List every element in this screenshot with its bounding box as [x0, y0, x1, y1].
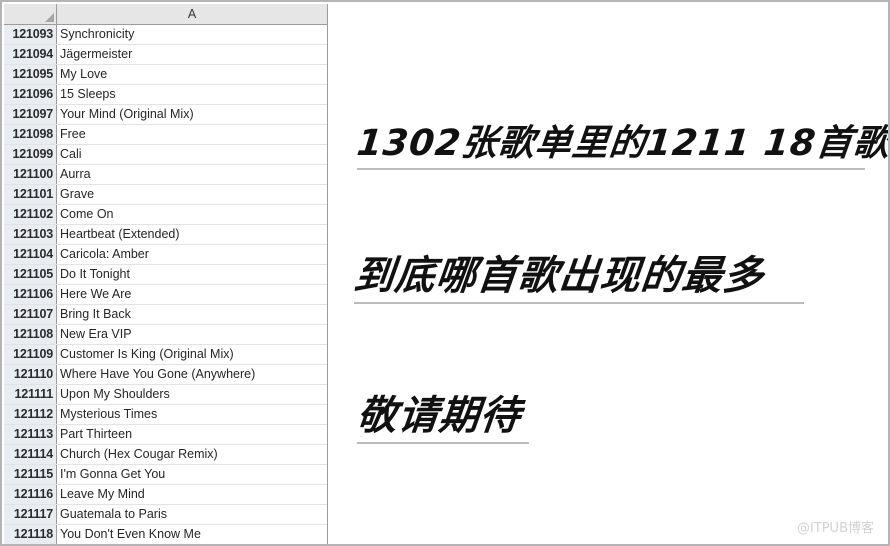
row-header[interactable]: 121101 — [4, 184, 57, 205]
cell-a121096[interactable]: 15 Sleeps — [56, 84, 327, 105]
row-header[interactable]: 121117 — [4, 504, 57, 525]
annotation-line-1-text: 1302张歌单里的1211 18首歌 — [354, 123, 890, 164]
table-row[interactable]: 121098 Free — [4, 124, 327, 145]
row-header[interactable]: 121108 — [4, 324, 57, 345]
table-row[interactable]: 121109 Customer Is King (Original Mix) — [4, 344, 327, 365]
row-header[interactable]: 121116 — [4, 484, 57, 505]
table-row[interactable]: 121113 Part Thirteen — [4, 424, 327, 445]
table-row[interactable]: 121116 Leave My Mind — [4, 484, 327, 505]
row-header[interactable]: 121097 — [4, 104, 57, 125]
header-row: A — [4, 4, 327, 25]
cell-a121095[interactable]: My Love — [56, 64, 327, 85]
row-header[interactable]: 121099 — [4, 144, 57, 165]
table-row[interactable]: 121107 Bring It Back — [4, 304, 327, 325]
cell-a121111[interactable]: Upon My Shoulders — [56, 384, 327, 405]
row-header[interactable]: 121118 — [4, 524, 57, 544]
row-header[interactable]: 121110 — [4, 364, 57, 385]
table-row[interactable]: 121093 Synchronicity — [4, 24, 327, 45]
cell-a121107[interactable]: Bring It Back — [56, 304, 327, 325]
table-row[interactable]: 121108 New Era VIP — [4, 324, 327, 345]
row-header[interactable]: 121094 — [4, 44, 57, 65]
table-row[interactable]: 121111 Upon My Shoulders — [4, 384, 327, 405]
annotation-line-2-underline — [354, 302, 804, 304]
cell-a121093[interactable]: Synchronicity — [56, 24, 327, 45]
annotation-line-3-underline — [357, 442, 529, 444]
table-row[interactable]: 121102 Come On — [4, 204, 327, 225]
watermark: @ITPUB博客 — [796, 521, 874, 536]
row-header[interactable]: 121106 — [4, 284, 57, 305]
table-row[interactable]: 121110 Where Have You Gone (Anywhere) — [4, 364, 327, 385]
table-row[interactable]: 121106 Here We Are — [4, 284, 327, 305]
cell-a121100[interactable]: Aurra — [56, 164, 327, 185]
table-row[interactable]: 121094 Jägermeister — [4, 44, 327, 65]
table-row[interactable]: 121103 Heartbeat (Extended) — [4, 224, 327, 245]
screenshot-root: A 121093 Synchronicity 121094 Jägermeister 1… — [0, 0, 890, 546]
cell-a121118[interactable]: You Don't Even Know Me — [56, 524, 327, 544]
cell-a121108[interactable]: New Era VIP — [56, 324, 327, 345]
table-row[interactable]: 121095 My Love — [4, 64, 327, 85]
spreadsheet-body: 121093 Synchronicity 121094 Jägermeister 121… — [4, 24, 327, 544]
annotation-line-2: 到底哪首歌出现的最多 — [351, 253, 804, 304]
column-header-a[interactable]: A — [56, 4, 327, 25]
table-row[interactable]: 121099 Cali — [4, 144, 327, 165]
table-row[interactable]: 121100 Aurra — [4, 164, 327, 185]
table-row[interactable]: 121096 15 Sleeps — [4, 84, 327, 105]
row-header[interactable]: 121115 — [4, 464, 57, 485]
annotation-pane: 1302张歌单里的1211 18首歌 到底哪首歌出现的最多 敬请期待 — [329, 4, 890, 544]
select-all-corner[interactable] — [4, 4, 57, 25]
annotation-line-1: 1302张歌单里的1211 18首歌 — [354, 123, 890, 170]
table-row[interactable]: 121101 Grave — [4, 184, 327, 205]
annotation-line-3-text: 敬请期待 — [354, 393, 524, 439]
cell-a121098[interactable]: Free — [56, 124, 327, 145]
annotation-line-2-text: 到底哪首歌出现的最多 — [351, 253, 767, 299]
cell-a121115[interactable]: I'm Gonna Get You — [56, 464, 327, 485]
select-all-triangle-icon — [45, 12, 54, 22]
cell-a121097[interactable]: Your Mind (Original Mix) — [56, 104, 327, 125]
row-header[interactable]: 121112 — [4, 404, 57, 425]
table-row[interactable]: 121117 Guatemala to Paris — [4, 504, 327, 525]
cell-a121105[interactable]: Do It Tonight — [56, 264, 327, 285]
table-row[interactable]: 121105 Do It Tonight — [4, 264, 327, 285]
spreadsheet-grid[interactable]: A 121093 Synchronicity 121094 Jägermeister 1… — [4, 4, 327, 544]
row-header[interactable]: 121098 — [4, 124, 57, 145]
cell-a121094[interactable]: Jägermeister — [56, 44, 327, 65]
row-header[interactable]: 121093 — [4, 24, 57, 45]
cell-a121103[interactable]: Heartbeat (Extended) — [56, 224, 327, 245]
annotation-line-1-underline — [357, 168, 865, 170]
cell-a121117[interactable]: Guatemala to Paris — [56, 504, 327, 525]
row-header[interactable]: 121113 — [4, 424, 57, 445]
table-row[interactable]: 121115 I'm Gonna Get You — [4, 464, 327, 485]
row-header[interactable]: 121105 — [4, 264, 57, 285]
cell-a121109[interactable]: Customer Is King (Original Mix) — [56, 344, 327, 365]
row-header[interactable]: 121111 — [4, 384, 57, 405]
cell-a121114[interactable]: Church (Hex Cougar Remix) — [56, 444, 327, 465]
cell-a121101[interactable]: Grave — [56, 184, 327, 205]
table-row[interactable]: 121114 Church (Hex Cougar Remix) — [4, 444, 327, 465]
row-header[interactable]: 121107 — [4, 304, 57, 325]
cell-a121110[interactable]: Where Have You Gone (Anywhere) — [56, 364, 327, 385]
row-header[interactable]: 121114 — [4, 444, 57, 465]
table-row[interactable]: 121097 Your Mind (Original Mix) — [4, 104, 327, 125]
annotation-line-3: 敬请期待 — [354, 393, 529, 444]
spreadsheet-pane[interactable]: A 121093 Synchronicity 121094 Jägermeister 1… — [4, 4, 328, 544]
cell-a121099[interactable]: Cali — [56, 144, 327, 165]
row-header[interactable]: 121100 — [4, 164, 57, 185]
row-header[interactable]: 121102 — [4, 204, 57, 225]
table-row[interactable]: 121112 Mysterious Times — [4, 404, 327, 425]
row-header[interactable]: 121095 — [4, 64, 57, 85]
cell-a121112[interactable]: Mysterious Times — [56, 404, 327, 425]
row-header[interactable]: 121096 — [4, 84, 57, 105]
table-row[interactable]: 121118 You Don't Even Know Me — [4, 524, 327, 544]
cell-a121104[interactable]: Caricola: Amber — [56, 244, 327, 265]
cell-a121106[interactable]: Here We Are — [56, 284, 327, 305]
table-row[interactable]: 121104 Caricola: Amber — [4, 244, 327, 265]
cell-a121113[interactable]: Part Thirteen — [56, 424, 327, 445]
row-header[interactable]: 121109 — [4, 344, 57, 365]
cell-a121102[interactable]: Come On — [56, 204, 327, 225]
row-header[interactable]: 121103 — [4, 224, 57, 245]
row-header[interactable]: 121104 — [4, 244, 57, 265]
cell-a121116[interactable]: Leave My Mind — [56, 484, 327, 505]
